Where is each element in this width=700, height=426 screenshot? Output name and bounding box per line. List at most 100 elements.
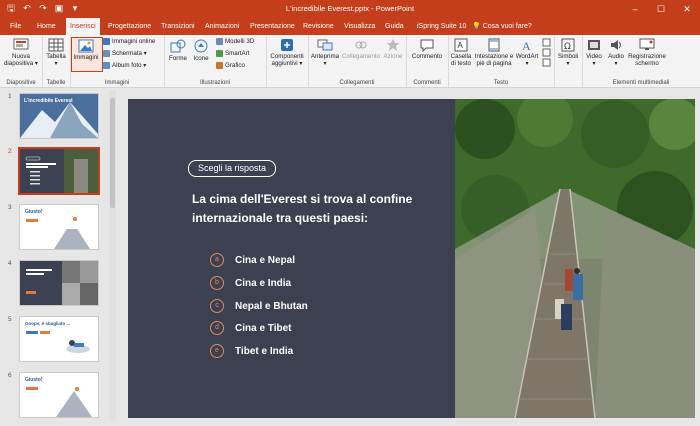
new-slide-label-2: diapositiva ▾ xyxy=(3,60,39,67)
group-diapositive: Nuova diapositiva ▾ Diapositive xyxy=(0,35,43,87)
thumbnail-number: 2 xyxy=(8,148,12,155)
screenshot-button[interactable]: Schermata ▾ xyxy=(103,50,147,57)
thumbnail-number: 3 xyxy=(8,204,12,211)
video-button[interactable]: Video ▾ xyxy=(583,38,605,67)
header-footer-button[interactable]: Intestazione e piè di pagina xyxy=(473,38,515,67)
textbox-button[interactable]: A Casella di testo xyxy=(449,38,473,67)
people-thumbnail-image xyxy=(20,261,98,305)
addins-icon xyxy=(281,39,293,51)
symbols-label: Simboli xyxy=(557,53,579,60)
tell-me-label: Cosa vuoi fare? xyxy=(482,23,532,30)
thumbnail-row[interactable]: 2 xyxy=(6,147,106,196)
action-button[interactable]: Azione xyxy=(382,38,404,60)
shapes-label: Forme xyxy=(169,55,187,62)
thumbnail-scrollbar-thumb[interactable] xyxy=(110,98,115,208)
symbols-button[interactable]: Ω Simboli ▾ xyxy=(555,38,581,67)
answer-letter: e xyxy=(210,344,224,358)
tab-revisione[interactable]: Revisione xyxy=(299,18,338,35)
screenshot-icon xyxy=(103,50,110,57)
answer-option[interactable]: d Cina e Tibet xyxy=(210,321,292,335)
group-label-diapositive: Diapositive xyxy=(6,80,36,86)
chart-button[interactable]: Grafico xyxy=(216,62,245,69)
images-button[interactable]: Immagini xyxy=(72,39,100,61)
answer-letter: a xyxy=(210,253,224,267)
new-slide-button[interactable]: Nuova diapositiva ▾ xyxy=(3,38,39,67)
text-small-buttons[interactable] xyxy=(541,38,551,70)
tab-progettazione[interactable]: Progettazione xyxy=(104,18,155,35)
comment-button[interactable]: Commento xyxy=(408,38,446,60)
textbox-label-2: di testo xyxy=(451,60,471,67)
tab-ispring[interactable]: iSpring Suite 10 xyxy=(413,18,470,35)
tab-transizioni[interactable]: Transizioni xyxy=(157,18,199,35)
table-button[interactable]: Tabella ▾ xyxy=(44,38,68,67)
tab-inserisci[interactable]: Inserisci xyxy=(66,18,100,35)
answer-text: Cina e India xyxy=(235,277,292,289)
action-star-icon xyxy=(387,39,399,51)
tell-me-box[interactable]: 💡 Cosa vuoi fare? xyxy=(468,18,536,35)
maximize-button[interactable]: ☐ xyxy=(648,0,674,18)
tab-visualizza[interactable]: Visualizza xyxy=(340,18,379,35)
thumbnail-row[interactable]: 3 Giusto! xyxy=(6,204,106,252)
tab-home[interactable]: Home xyxy=(33,18,60,35)
3d-models-label: Modelli 3D xyxy=(225,38,255,45)
thumbnail-number: 1 xyxy=(8,93,12,100)
speaker-icon xyxy=(611,40,621,50)
thumbnail-number: 5 xyxy=(8,316,12,323)
zoom-preview-icon xyxy=(317,39,333,51)
answer-option[interactable]: e Tibet e India xyxy=(210,344,293,358)
slide-thumbnail[interactable] xyxy=(19,260,99,306)
textbox-label: Casella xyxy=(450,53,472,60)
icons-icon xyxy=(194,39,208,53)
slide-thumbnail-selected[interactable] xyxy=(18,147,100,195)
addins-button[interactable]: Componenti aggiuntivi ▾ xyxy=(268,38,306,67)
group-simboli: Ω Simboli ▾ xyxy=(554,35,583,87)
screen-recording-label-2: schermo xyxy=(635,60,659,67)
shapes-button[interactable]: Forme xyxy=(167,38,189,62)
slide-thumbnail[interactable]: L'incredibile Everest xyxy=(19,93,99,139)
video-label: Video xyxy=(586,53,602,60)
icons-button[interactable]: Icone xyxy=(190,38,212,62)
tab-animazioni[interactable]: Animazioni xyxy=(201,18,243,35)
photo-album-button[interactable]: Album foto ▾ xyxy=(103,62,146,69)
screen-recording-button[interactable]: Registrazione schermo xyxy=(627,38,667,67)
audio-button[interactable]: Audio ▾ xyxy=(605,38,627,67)
slide-thumbnail[interactable]: Giusto! xyxy=(19,204,99,250)
tab-guida[interactable]: Guida xyxy=(381,18,408,35)
header-footer-label: Intestazione e xyxy=(474,53,514,60)
online-images-button[interactable]: Immagini online xyxy=(103,38,155,45)
3d-models-button[interactable]: Modelli 3D xyxy=(216,38,254,45)
group-label-collegamenti: Collegamenti xyxy=(339,80,375,86)
lightbulb-icon: 💡 xyxy=(472,23,481,30)
minimize-button[interactable]: – xyxy=(622,0,648,18)
group-label-tabelle: Tabelle xyxy=(46,80,66,86)
thumbnail-row[interactable]: 4 xyxy=(6,260,106,308)
tab-presentazione[interactable]: Presentazione xyxy=(246,18,299,35)
slide-canvas[interactable]: Scegli la risposta La cima dell'Everest … xyxy=(128,99,695,418)
close-button[interactable]: ✕ xyxy=(674,0,700,18)
smartart-button[interactable]: SmartArt xyxy=(216,50,249,57)
answer-option[interactable]: c Nepal e Bhutan xyxy=(210,299,308,313)
cube-icon xyxy=(216,38,223,45)
thumbnail-row[interactable]: 1 L'incredibile Everest xyxy=(6,93,106,141)
smartart-icon xyxy=(216,50,223,57)
addins-label-2: aggiuntivi ▾ xyxy=(271,60,303,67)
textbox-icon: A xyxy=(454,38,468,52)
thumbnail-title: Giusto! xyxy=(25,377,43,383)
preview-button[interactable]: Anteprima ▾ xyxy=(310,38,340,67)
comment-icon xyxy=(420,39,434,52)
tab-file[interactable]: File xyxy=(6,18,25,35)
answer-option[interactable]: b Cina e India xyxy=(210,276,291,290)
slide-thumbnail[interactable]: Ooops, è sbagliato ... xyxy=(19,316,99,362)
omega-icon: Ω xyxy=(561,38,575,52)
icons-label: Icone xyxy=(193,55,209,62)
date-time-icon xyxy=(542,38,550,67)
thumbnail-row[interactable]: 5 Ooops, è sbagliato ... xyxy=(6,316,106,364)
film-icon xyxy=(588,40,600,50)
link-button[interactable]: Collegamento xyxy=(341,38,381,60)
thumbnail-number: 4 xyxy=(8,260,12,267)
slide-thumbnail[interactable]: Giusto! xyxy=(19,372,99,418)
answer-option[interactable]: a Cina e Nepal xyxy=(210,253,295,267)
ribbon-tabs: File Home Inserisci Progettazione Transi… xyxy=(0,18,700,35)
thumbnail-row[interactable]: 6 Giusto! xyxy=(6,372,106,420)
wordart-button[interactable]: A WordArt ▾ xyxy=(514,38,540,67)
